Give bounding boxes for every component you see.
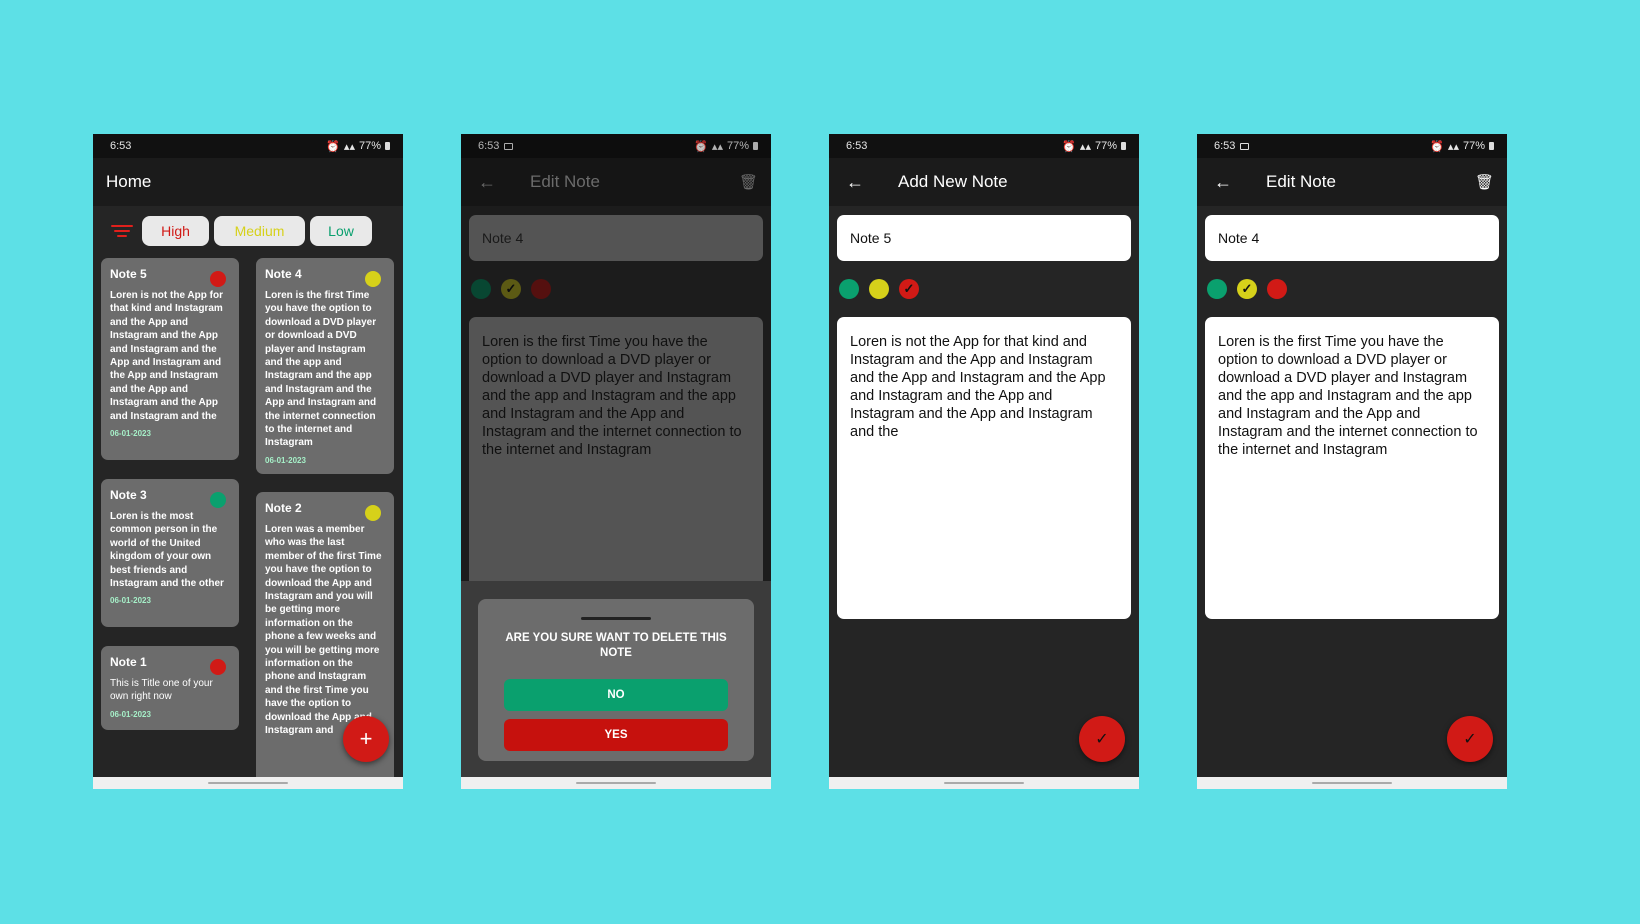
phone-edit-note: 6:53 ⏰ ▴▴ 77% ← Edit Note 🗑 Note 4 ✓ Lor… [1197, 134, 1507, 789]
priority-selector: ✓ [1197, 261, 1507, 299]
phone-edit-delete: 6:53 ⏰ ▴▴ 77% ← Edit Note 🗑 Note 4 ✓ Lor… [461, 134, 771, 789]
app-bar: Home [93, 158, 403, 206]
delete-confirm-dialog: ARE YOU SURE WANT TO DELETE THIS NOTE NO… [478, 599, 754, 761]
note-title-value: Note 4 [1218, 230, 1260, 246]
status-bar: 6:53 ⏰ ▴▴ 77% [1197, 134, 1507, 158]
save-note-button[interactable]: ✓ [1447, 716, 1493, 762]
back-arrow-icon[interactable]: ← [1214, 173, 1232, 191]
scrim [461, 134, 771, 581]
nav-handle[interactable] [576, 782, 656, 784]
battery-level: 77% [358, 140, 381, 152]
note-title-input[interactable]: Note 5 [837, 215, 1131, 261]
alarm-icon: ⏰ [326, 140, 340, 153]
status-time: 6:53 [846, 140, 868, 152]
note-date: 06-01-2023 [110, 709, 151, 719]
bottom-sheet: ARE YOU SURE WANT TO DELETE THIS NOTE NO… [461, 581, 771, 777]
page-title: Edit Note [1266, 172, 1336, 191]
note-body: Loren is the most common person in the w… [110, 511, 224, 590]
app-bar: ← Edit Note 🗑 [1197, 158, 1507, 206]
note-body-input[interactable]: Loren is the first Time you have the opt… [1205, 317, 1499, 619]
battery-icon [385, 142, 390, 150]
note-card[interactable]: Note 5 Loren is not the App for that kin… [101, 258, 239, 460]
priority-high-option[interactable]: ✓ [899, 279, 919, 299]
status-bar: 6:53 ⏰ ▴▴ 77% [829, 134, 1139, 158]
notes-grid: Note 5 Loren is not the App for that kin… [93, 246, 403, 789]
signal-icon: ▴▴ [343, 140, 355, 153]
nav-handle[interactable] [1312, 782, 1392, 784]
battery-icon [1489, 142, 1494, 150]
check-icon: ✓ [1095, 731, 1109, 748]
priority-high-option[interactable] [1267, 279, 1287, 299]
filter-row: High Medium Low [93, 206, 403, 246]
priority-low-dot [210, 492, 226, 508]
priority-medium-dot [365, 505, 381, 521]
sheet-handle[interactable] [581, 617, 651, 620]
note-title-value: Note 5 [850, 230, 892, 246]
filter-high-chip[interactable]: High [142, 216, 209, 246]
signal-icon: ▴▴ [1447, 140, 1459, 153]
filter-medium-chip[interactable]: Medium [214, 216, 305, 246]
phone-add-note: 6:53 ⏰ ▴▴ 77% ← Add New Note Note 5 ✓ Lo… [829, 134, 1139, 789]
filter-icon[interactable] [107, 225, 137, 237]
plus-icon: + [359, 726, 373, 751]
battery-level: 77% [1094, 140, 1117, 152]
note-body: Loren is not the App for that kind and I… [110, 290, 223, 422]
nav-bar [461, 777, 771, 789]
note-card[interactable]: Note 4 Loren is the first Time you have … [256, 258, 394, 474]
gallery-icon [1240, 142, 1250, 150]
note-body-value: Loren is the first Time you have the opt… [1218, 334, 1478, 458]
priority-medium-dot [365, 271, 381, 287]
filter-low-chip[interactable]: Low [310, 216, 372, 246]
phone-home: 6:53 ⏰ ▴▴ 77% Home High Medium Low Note … [93, 134, 403, 789]
status-time: 6:53 [110, 140, 132, 152]
priority-low-option[interactable] [839, 279, 859, 299]
status-bar: 6:53 ⏰ ▴▴ 77% [93, 134, 403, 158]
note-body-input[interactable]: Loren is not the App for that kind and I… [837, 317, 1131, 619]
priority-high-dot [210, 659, 226, 675]
check-icon: ✓ [903, 281, 915, 296]
alarm-icon: ⏰ [1430, 140, 1444, 153]
note-body: Loren was a member who was the last memb… [265, 524, 382, 737]
alarm-icon: ⏰ [1062, 140, 1076, 153]
add-note-button[interactable]: + [343, 716, 389, 762]
priority-high-dot [210, 271, 226, 287]
note-card[interactable]: Note 1 This is Title one of your own rig… [101, 646, 239, 730]
save-note-button[interactable]: ✓ [1079, 716, 1125, 762]
priority-low-option[interactable] [1207, 279, 1227, 299]
page-title: Add New Note [898, 172, 1008, 191]
note-card[interactable]: Note 3 Loren is the most common person i… [101, 479, 239, 627]
yes-button[interactable]: YES [504, 719, 728, 751]
priority-medium-option[interactable] [869, 279, 889, 299]
back-arrow-icon[interactable]: ← [846, 173, 864, 191]
note-body: Loren is the first Time you have the opt… [265, 290, 377, 449]
check-icon: ✓ [1463, 731, 1477, 748]
dialog-question: ARE YOU SURE WANT TO DELETE THIS NOTE [505, 632, 727, 659]
note-date: 06-01-2023 [110, 596, 151, 606]
check-icon: ✓ [1241, 281, 1253, 296]
nav-bar [1197, 777, 1507, 789]
note-body: This is Title one of your own right now [110, 678, 213, 703]
signal-icon: ▴▴ [1079, 140, 1091, 153]
no-button[interactable]: NO [504, 679, 728, 711]
nav-handle[interactable] [208, 782, 288, 784]
battery-level: 77% [1462, 140, 1485, 152]
trash-icon[interactable]: 🗑 [1475, 173, 1494, 191]
note-body-value: Loren is not the App for that kind and I… [850, 334, 1106, 440]
nav-bar [93, 777, 403, 789]
page-title: Home [106, 172, 152, 191]
note-title-input[interactable]: Note 4 [1205, 215, 1499, 261]
battery-icon [1121, 142, 1126, 150]
nav-bar [829, 777, 1139, 789]
app-bar: ← Add New Note [829, 158, 1139, 206]
priority-selector: ✓ [829, 261, 1139, 299]
note-date: 06-01-2023 [265, 455, 306, 465]
priority-medium-option[interactable]: ✓ [1237, 279, 1257, 299]
note-date: 06-01-2023 [110, 429, 151, 439]
status-time: 6:53 [1214, 140, 1236, 152]
nav-handle[interactable] [944, 782, 1024, 784]
